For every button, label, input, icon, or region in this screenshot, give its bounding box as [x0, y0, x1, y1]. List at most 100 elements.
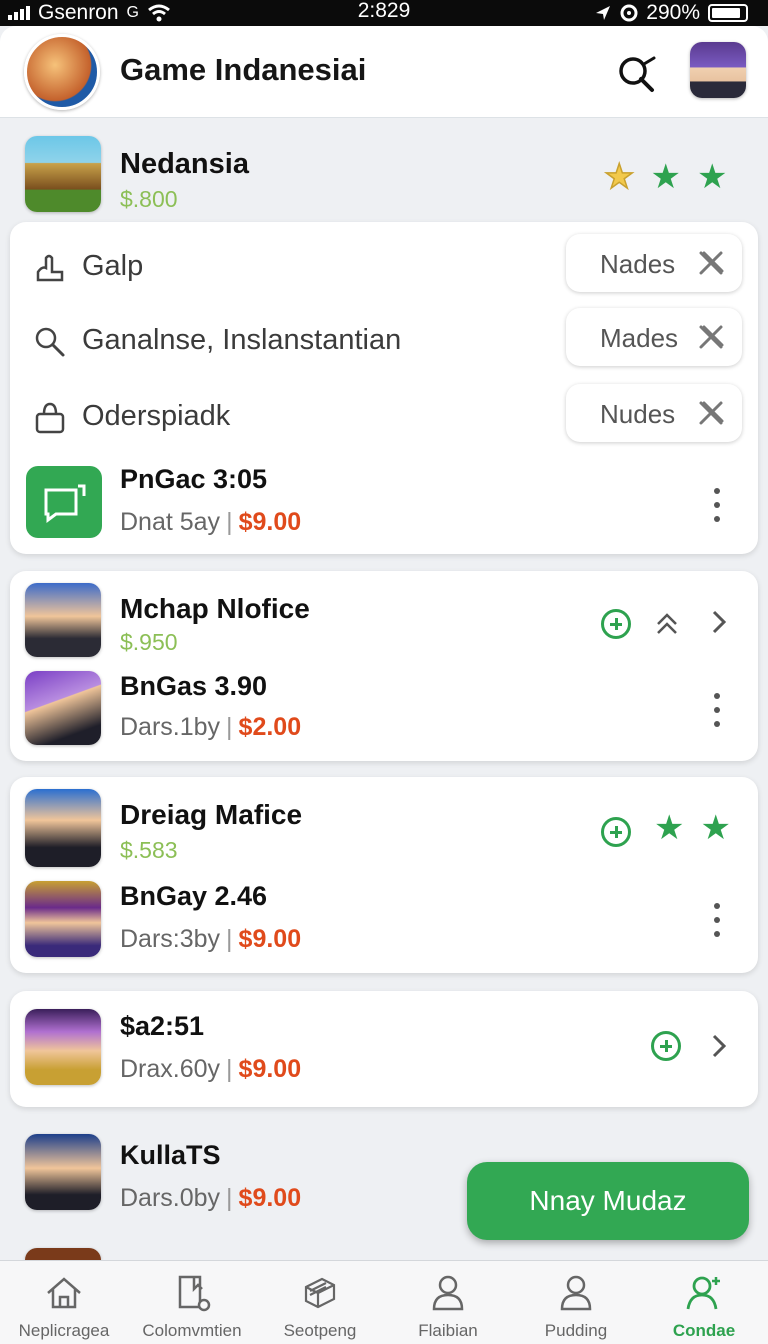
filter-chip[interactable]: Mades — [566, 308, 742, 366]
close-icon[interactable] — [696, 322, 726, 352]
chevron-right-icon[interactable] — [708, 1033, 730, 1059]
star-icon[interactable]: ★ — [700, 811, 730, 845]
game-thumbnail — [25, 1134, 101, 1210]
home-icon — [47, 1277, 81, 1309]
add-icon[interactable] — [601, 817, 631, 847]
user-add-icon — [686, 1276, 720, 1310]
item-price: $9.00 — [238, 1055, 302, 1083]
close-icon[interactable] — [696, 398, 726, 428]
nav-item-home[interactable]: Neplicragea — [0, 1261, 128, 1344]
nav-label: Flaibian — [418, 1321, 478, 1340]
featured-game[interactable]: Nedansia $.800 ★ ★ ★ — [0, 120, 768, 224]
chevron-right-icon[interactable] — [708, 609, 730, 635]
search-button[interactable] — [614, 52, 660, 98]
filter-chip[interactable]: Nades — [566, 234, 742, 292]
game-card[interactable]: Dreiag Mafice $.583 ★ ★ BnGay 2.46 Dars:… — [10, 777, 758, 973]
card-title: Mchap Nlofice — [120, 593, 310, 624]
nav-item-contacts[interactable]: Condae — [640, 1261, 768, 1344]
game-thumbnail — [25, 583, 101, 657]
filter-row[interactable]: Galp Nades — [10, 234, 758, 298]
nav-item-shop[interactable]: Seotpeng — [256, 1261, 384, 1344]
card-price: $.950 — [120, 629, 178, 655]
item-name: BnGay 2.46 — [120, 881, 268, 911]
filter-card: Galp Nades Ganalnse, Inslanstantian Made… — [10, 222, 758, 554]
item-price: $9.00 — [238, 925, 302, 953]
item-meta: Drax.60y | $9.00 — [120, 1055, 301, 1084]
primary-action-button[interactable]: Nnay Mudaz — [467, 1162, 749, 1240]
nav-label: Neplicragea — [18, 1321, 110, 1340]
item-duration: Dars:3by — [120, 925, 221, 953]
star-outline-icon[interactable]: ★ — [603, 159, 635, 195]
item-duration: Dnat 5ay — [120, 508, 221, 536]
item-meta: Dars.0by | $9.00 — [120, 1184, 301, 1213]
item-name: PnGac 3:05 — [120, 464, 268, 494]
user-icon — [560, 1275, 592, 1311]
more-options-icon[interactable] — [707, 693, 727, 727]
more-options-icon[interactable] — [707, 903, 727, 937]
nav-item-account[interactable]: Pudding — [512, 1261, 640, 1344]
game-thumbnail — [25, 136, 101, 212]
star-icon[interactable]: ★ — [697, 160, 727, 194]
status-bar: Gsenron G 2:829 290% — [0, 0, 768, 26]
rating-stars[interactable]: ★ ★ ★ — [603, 159, 727, 195]
star-icon[interactable]: ★ — [650, 160, 680, 194]
game-card[interactable]: Mchap Nlofice $.950 BnGas 3.90 Dars.1by |… — [10, 571, 758, 761]
item-price: $2.00 — [238, 713, 302, 741]
bell-icon — [36, 254, 64, 282]
filter-label: Oderspiadk — [82, 400, 231, 432]
close-icon[interactable] — [696, 248, 726, 278]
box-icon — [304, 1277, 336, 1309]
nav-item-profile[interactable]: Flaibian — [384, 1261, 512, 1344]
battery-percent: 290% — [646, 1, 700, 24]
separator: | — [226, 508, 233, 536]
item-duration: Drax.60y — [120, 1055, 221, 1083]
filter-row[interactable]: Oderspiadk Nudes — [10, 384, 758, 448]
item-price: $9.00 — [238, 508, 302, 536]
chevron-up-icon[interactable] — [656, 611, 678, 637]
chip-label: Mades — [600, 323, 679, 353]
nav-item-collection[interactable]: Colomvmtien — [128, 1261, 256, 1344]
app-logo — [24, 34, 100, 110]
add-icon[interactable] — [651, 1031, 681, 1061]
game-thumbnail — [25, 1248, 101, 1260]
item-price: $9.00 — [238, 1184, 302, 1212]
more-options-icon[interactable] — [707, 488, 727, 522]
nav-label: Pudding — [544, 1321, 608, 1340]
alarm-icon — [620, 4, 638, 22]
item-name: BnGas 3.90 — [120, 671, 268, 701]
game-thumbnail — [25, 789, 101, 867]
nav-label: Seotpeng — [283, 1321, 357, 1340]
separator: | — [226, 713, 233, 741]
card-price: $.583 — [120, 837, 178, 863]
item-meta: Dars.1by | $2.00 — [120, 713, 301, 742]
featured-name: Nedansia — [120, 148, 249, 180]
item-duration: Dars.1by — [120, 713, 221, 741]
user-avatar[interactable] — [690, 42, 746, 98]
separator: | — [226, 925, 233, 953]
add-icon[interactable] — [601, 609, 631, 639]
battery-icon — [708, 4, 748, 22]
item-name: KullaTS — [120, 1140, 221, 1170]
separator: | — [226, 1055, 233, 1083]
star-icon[interactable]: ★ — [654, 811, 684, 845]
bookmark-icon — [178, 1275, 211, 1312]
card-title: Dreiag Mafice — [120, 799, 303, 830]
filter-label: Ganalnse, Inslanstantian — [82, 324, 402, 356]
filter-chip[interactable]: Nudes — [566, 384, 742, 442]
page-title: Game Indanesiai — [120, 52, 367, 87]
search-icon — [619, 56, 656, 92]
item-meta: Dnat 5ay | $9.00 — [120, 508, 301, 537]
location-icon — [596, 6, 611, 20]
app-header: Game Indanesiai — [0, 26, 768, 118]
bag-icon — [35, 402, 65, 434]
game-thumbnail — [25, 881, 101, 957]
message-app-icon — [26, 466, 102, 538]
search-icon — [35, 327, 65, 357]
filter-row[interactable]: Ganalnse, Inslanstantian Mades — [10, 308, 758, 372]
game-card[interactable]: $a2:51 Drax.60y | $9.00 — [10, 991, 758, 1107]
game-thumbnail — [25, 671, 101, 745]
chip-label: Nades — [600, 249, 676, 279]
filter-label: Galp — [82, 250, 144, 282]
nav-label: Colomvmtien — [142, 1321, 242, 1340]
rating-stars[interactable]: ★ ★ — [654, 811, 731, 845]
